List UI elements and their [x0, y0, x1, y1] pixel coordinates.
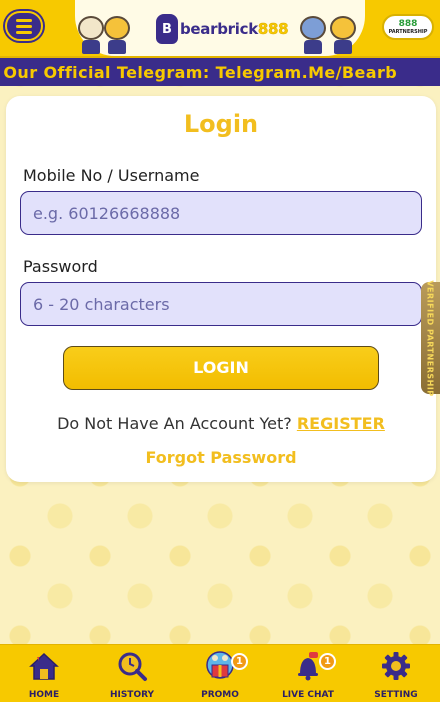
verified-tab-label: VERIFIED PARTNERSHIP [426, 279, 436, 397]
menu-bar-icon [16, 24, 32, 28]
username-input[interactable] [20, 191, 422, 235]
nav-label-history: HISTORY [109, 690, 155, 700]
register-row: Do Not Have An Account Yet? REGISTER [6, 414, 436, 433]
register-link[interactable]: REGISTER [297, 414, 385, 433]
nav-item-history[interactable]: HISTORY [88, 645, 176, 702]
nav-label-setting: SETTING [374, 690, 418, 700]
nav-item-promo[interactable]: 1 PROMO [176, 645, 264, 702]
nav-label-home: HOME [28, 690, 60, 700]
password-label: Password [23, 257, 98, 276]
mascot-figure-icon [78, 16, 104, 54]
mascot-figure-icon [330, 16, 356, 54]
partnership-number: 888 [398, 19, 418, 29]
username-label: Mobile No / Username [23, 166, 200, 185]
bear-logo-icon: B [156, 14, 178, 44]
mascot-figure-icon [300, 16, 326, 54]
bottom-navigation: HOME HISTORY 1 PROMO 1 LIVE CHAT SETTING [0, 644, 440, 702]
verified-partnership-tab[interactable]: VERIFIED PARTNERSHIP [421, 279, 440, 397]
nav-label-live-chat: LIVE CHAT [282, 690, 334, 700]
forgot-password-link[interactable]: Forgot Password [6, 448, 436, 467]
announcement-marquee[interactable]: ugh Our Official Telegram: Telegram.Me/B… [0, 58, 440, 86]
login-title: Login [183, 110, 259, 138]
promo-badge: 1 [231, 653, 248, 670]
home-icon [29, 652, 59, 680]
history-search-icon [118, 652, 147, 681]
login-button[interactable]: LOGIN [63, 346, 379, 390]
hamburger-menu-button[interactable] [5, 11, 43, 41]
partnership-badge[interactable]: 888 PARTNERSHIP [382, 14, 434, 40]
nav-label-promo: PROMO [201, 690, 239, 700]
password-input[interactable] [20, 282, 422, 326]
logo-number: 888 [257, 20, 289, 39]
no-account-text: Do Not Have An Account Yet? [57, 414, 292, 433]
logo-text: bearbrick888 [180, 20, 289, 39]
gear-icon [382, 652, 410, 680]
menu-bar-icon [16, 30, 32, 34]
marquee-text: ugh Our Official Telegram: Telegram.Me/B… [0, 62, 398, 82]
nav-item-home[interactable]: HOME [0, 645, 88, 702]
nav-item-setting[interactable]: SETTING [352, 645, 440, 702]
nav-item-live-chat[interactable]: 1 LIVE CHAT [264, 645, 352, 702]
site-logo[interactable]: B bearbrick888 [156, 12, 289, 46]
login-card: Login Mobile No / Username Password LOGI… [6, 96, 436, 482]
logo-word: bearbrick [180, 20, 258, 38]
partnership-label: PARTNERSHIP [388, 29, 428, 35]
live-chat-badge: 1 [319, 653, 336, 670]
mascot-figure-icon [104, 16, 130, 54]
top-header: B bearbrick888 888 PARTNERSHIP [0, 0, 440, 58]
menu-bar-icon [16, 18, 32, 22]
